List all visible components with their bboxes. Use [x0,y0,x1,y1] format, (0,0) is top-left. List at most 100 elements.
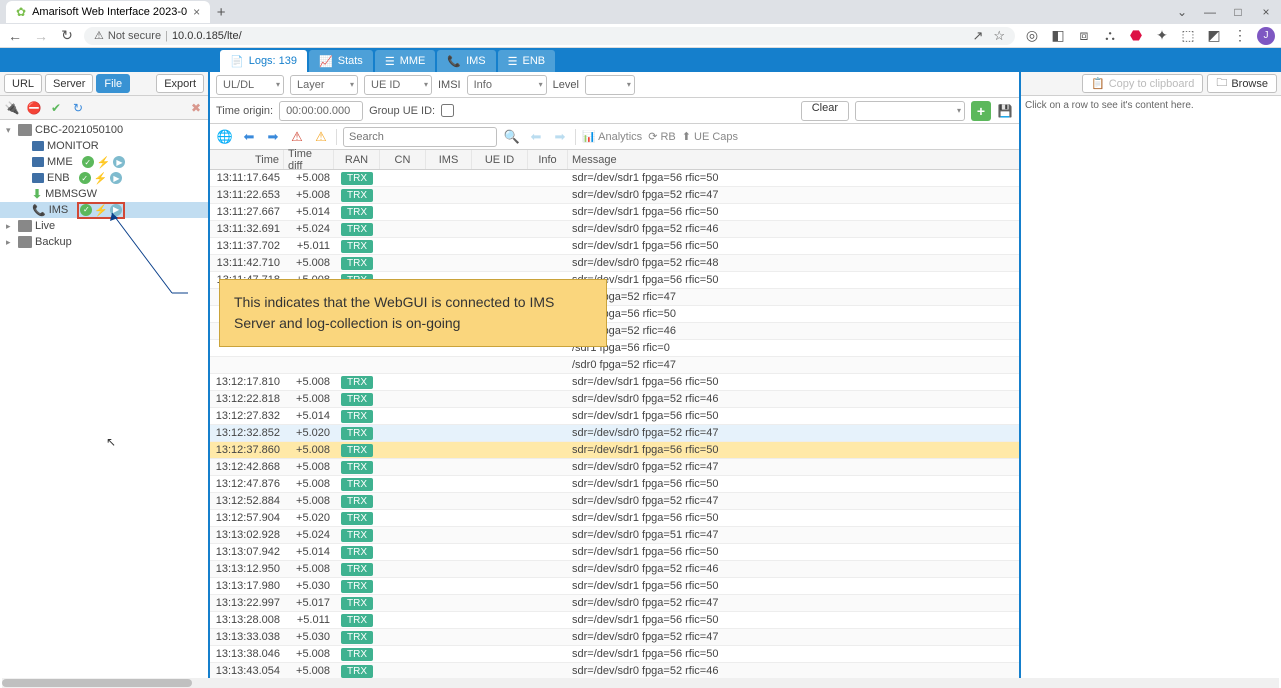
ext-icon-5[interactable]: ⬣ [1127,27,1145,44]
info-select[interactable]: Info▾ [467,75,547,95]
table-row[interactable]: 13:11:42.710+5.008TRXsdr=/dev/sdr0 fpga=… [210,255,1019,272]
tab-close-icon[interactable]: × [193,5,200,19]
check-icon[interactable]: ✔ [48,100,64,116]
share-icon[interactable]: ↗ [972,28,983,44]
table-row[interactable]: 13:13:38.046+5.008TRXsdr=/dev/sdr1 fpga=… [210,646,1019,663]
export-button[interactable]: Export [156,74,204,93]
table-row[interactable]: 13:11:37.702+5.011TRXsdr=/dev/sdr1 fpga=… [210,238,1019,255]
ext-icon-8[interactable]: ◩ [1205,27,1223,44]
browser-tab[interactable]: ✿ Amarisoft Web Interface 2023-0 × [6,1,210,23]
table-row[interactable]: 13:12:57.904+5.020TRXsdr=/dev/sdr1 fpga=… [210,510,1019,527]
ext-icon-3[interactable]: ⧈ [1075,27,1093,44]
new-tab-button[interactable]: + [210,4,232,21]
connect-icon[interactable]: 🔌 [4,100,20,116]
search-input[interactable] [343,127,497,147]
tab-logs[interactable]: 📄Logs: 139 [220,50,307,72]
prev-icon[interactable]: ⬅ [240,128,258,146]
globe-icon[interactable]: 🌐 [216,128,234,146]
window-min-icon[interactable]: — [1201,5,1219,19]
table-row[interactable]: 13:13:17.980+5.030TRXsdr=/dev/sdr1 fpga=… [210,578,1019,595]
browse-button[interactable]: 🗀Browse [1207,74,1277,93]
ueid-select[interactable]: UE ID▾ [364,75,432,95]
table-row[interactable]: 13:12:52.884+5.008TRXsdr=/dev/sdr0 fpga=… [210,493,1019,510]
table-row[interactable]: 13:12:17.810+5.008TRXsdr=/dev/sdr1 fpga=… [210,374,1019,391]
tab-mme[interactable]: ☰MME [375,50,436,72]
log-table-body[interactable]: 13:11:17.645+5.008TRXsdr=/dev/sdr1 fpga=… [210,170,1019,688]
time-origin-input[interactable]: 00:00:00.000 [279,101,363,121]
table-row[interactable]: 13:12:22.818+5.008TRXsdr=/dev/sdr0 fpga=… [210,391,1019,408]
warn-yellow-icon[interactable]: ⚠ [312,128,330,146]
group-ue-checkbox[interactable] [441,104,454,117]
ue-caps-button[interactable]: ⬆ UE Caps [682,130,738,143]
window-chevron-icon[interactable]: ⌄ [1173,5,1191,19]
table-row[interactable]: 13:12:32.852+5.020TRXsdr=/dev/sdr0 fpga=… [210,425,1019,442]
ext-icon-6[interactable]: ✦ [1153,27,1171,44]
tab-stats[interactable]: 📈Stats [309,50,373,72]
col-time[interactable]: Time [210,150,284,169]
tree-root[interactable]: ▾CBC-2021050100 [0,122,208,138]
clear-button[interactable]: Clear [801,101,849,121]
next-icon[interactable]: ➡ [264,128,282,146]
table-row[interactable]: 13:13:02.928+5.024TRXsdr=/dev/sdr0 fpga=… [210,527,1019,544]
tab-ims[interactable]: 📞IMS [437,50,495,72]
nav-back-icon[interactable]: ← [6,28,24,44]
table-row[interactable]: 13:11:27.667+5.014TRXsdr=/dev/sdr1 fpga=… [210,204,1019,221]
window-close-icon[interactable]: × [1257,5,1275,19]
refresh-icon[interactable]: ↻ [70,100,86,116]
search-next-icon[interactable]: ➡ [551,128,569,146]
table-row[interactable]: 13:12:27.832+5.014TRXsdr=/dev/sdr1 fpga=… [210,408,1019,425]
ext-icon-7[interactable]: ⬚ [1179,27,1197,44]
url-button[interactable]: URL [4,74,42,93]
tree-ims[interactable]: 📞IMS ✓⚡▶ [0,202,208,218]
file-button[interactable]: File [96,74,130,93]
level-select[interactable]: ▾ [585,75,635,95]
col-cn[interactable]: CN [380,150,426,169]
table-row[interactable]: 13:13:28.008+5.011TRXsdr=/dev/sdr1 fpga=… [210,612,1019,629]
ext-icon-2[interactable]: ◧ [1049,27,1067,44]
nav-reload-icon[interactable]: ↻ [58,27,76,44]
address-bar[interactable]: ⚠ Not secure | 10.0.0.185/lte/ ↗ ☆ [84,27,1015,45]
horizontal-scrollbar[interactable] [2,678,1279,688]
tree-mme[interactable]: MME ✓⚡▶ [0,154,208,170]
table-row[interactable]: 13:11:17.645+5.008TRXsdr=/dev/sdr1 fpga=… [210,170,1019,187]
table-row[interactable]: 13:12:42.868+5.008TRXsdr=/dev/sdr0 fpga=… [210,459,1019,476]
analytics-button[interactable]: 📊 Analytics [582,130,642,143]
table-row[interactable]: 13:12:47.876+5.008TRXsdr=/dev/sdr1 fpga=… [210,476,1019,493]
rb-button[interactable]: ⟳ RB [648,130,676,143]
preset-select[interactable]: ▾ [855,101,965,121]
table-row[interactable]: /sdr0 fpga=52 rfic=47 [210,357,1019,374]
add-button[interactable]: + [971,101,991,121]
star-icon[interactable]: ☆ [993,28,1005,44]
col-info[interactable]: Info [528,150,568,169]
table-row[interactable]: 13:13:33.038+5.030TRXsdr=/dev/sdr0 fpga=… [210,629,1019,646]
table-row[interactable]: 13:12:37.860+5.008TRXsdr=/dev/sdr1 fpga=… [210,442,1019,459]
ext-icon-4[interactable]: ⛬ [1101,27,1119,44]
uldl-select[interactable]: UL/DL▾ [216,75,284,95]
tree-mbmsgw[interactable]: ⬇MBMSGW [0,186,208,202]
warn-red-icon[interactable]: ⚠ [288,128,306,146]
table-row[interactable]: 13:11:22.653+5.008TRXsdr=/dev/sdr0 fpga=… [210,187,1019,204]
col-msg[interactable]: Message [568,150,1019,169]
col-tdiff[interactable]: Time diff [284,150,334,169]
search-prev-icon[interactable]: ⬅ [527,128,545,146]
layer-select[interactable]: Layer▾ [290,75,358,95]
table-row[interactable]: 13:11:32.691+5.024TRXsdr=/dev/sdr0 fpga=… [210,221,1019,238]
profile-avatar[interactable]: J [1257,27,1275,45]
stop-icon[interactable]: ⛔ [26,100,42,116]
save-icon[interactable]: 💾 [997,103,1013,119]
table-row[interactable]: 13:13:12.950+5.008TRXsdr=/dev/sdr0 fpga=… [210,561,1019,578]
tree-backup[interactable]: ▸Backup [0,234,208,250]
window-max-icon[interactable]: □ [1229,5,1247,19]
binoculars-icon[interactable]: 🔍 [503,128,521,146]
col-ims[interactable]: IMS [426,150,472,169]
ext-icon-9[interactable]: ⋮ [1231,27,1249,44]
tree-live[interactable]: ▸Live [0,218,208,234]
delete-icon[interactable]: ✖ [188,100,204,116]
col-ran[interactable]: RAN [334,150,380,169]
server-button[interactable]: Server [45,74,93,93]
col-ueid[interactable]: UE ID [472,150,528,169]
table-row[interactable]: 13:13:07.942+5.014TRXsdr=/dev/sdr1 fpga=… [210,544,1019,561]
tab-enb[interactable]: ☰ENB [498,50,556,72]
ext-icon-1[interactable]: ◎ [1023,27,1041,44]
tree-enb[interactable]: ENB ✓⚡▶ [0,170,208,186]
